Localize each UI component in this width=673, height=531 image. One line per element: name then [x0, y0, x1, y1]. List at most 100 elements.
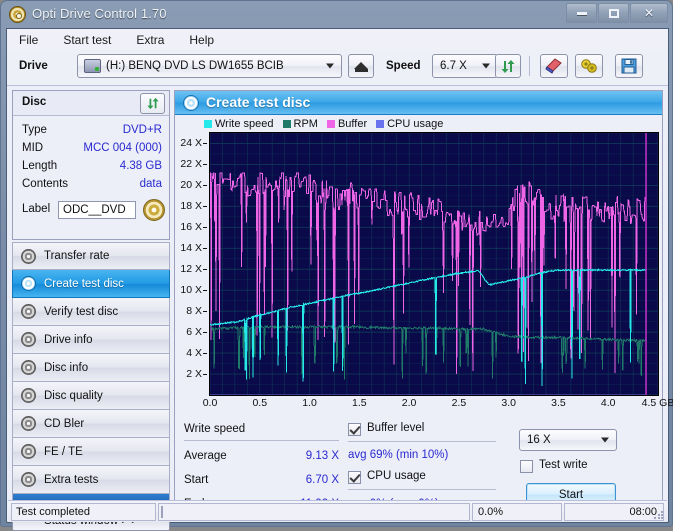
eject-icon	[354, 62, 368, 69]
menu-item-help[interactable]: Help	[186, 32, 217, 48]
divider	[184, 440, 339, 441]
sidebar-item-label: Extra tests	[44, 473, 99, 486]
sidebar-item-verify-test-disc[interactable]: Verify test disc	[12, 298, 170, 326]
chart-y-tick	[203, 185, 207, 187]
eject-button[interactable]	[348, 54, 374, 78]
write-speed-select[interactable]: 16 X	[519, 429, 617, 451]
disc-icon	[21, 472, 36, 487]
application-window: Opti Drive Control 1.70 ✕ File Start tes…	[0, 0, 673, 531]
sidebar-item-cd-bler[interactable]: CD Bler	[12, 410, 170, 438]
chart-y-tick	[203, 227, 207, 229]
disc-refresh-button[interactable]	[140, 93, 165, 114]
chart-x-tick-label: 1.5	[352, 397, 367, 409]
chart-y-tick-label: 12 X	[180, 263, 202, 276]
write-speed-select-value: 16 X	[527, 434, 551, 446]
chevron-down-icon	[601, 437, 609, 443]
legend-swatch	[326, 120, 335, 128]
chart-y-tick-label: 8 X	[186, 305, 202, 318]
progress-bar-fill	[161, 506, 163, 518]
client-area: File Start test Extra Help Drive (H:) BE…	[6, 28, 673, 531]
erase-icon	[545, 58, 562, 74]
test-nav-list: Transfer rate Create test disc Verify te…	[12, 242, 170, 506]
legend-item-cpu-usage: CPU usage	[376, 118, 443, 130]
minimize-button[interactable]	[566, 3, 597, 23]
sidebar-item-disc-quality[interactable]: Disc quality	[12, 382, 170, 410]
chart-legend: Write speed RPM Buffer CPU usage	[204, 117, 449, 131]
disc-value-type: DVD+R	[122, 124, 162, 136]
menu-item-extra[interactable]: Extra	[133, 32, 167, 48]
sidebar-item-disc-info[interactable]: Disc info	[12, 354, 170, 382]
disc-row-mid: MID MCC 004 (000)	[22, 142, 162, 154]
drive-toolbar: Drive (H:) BENQ DVD LS DW1655 BCIB Speed…	[7, 50, 668, 86]
chart-y-tick	[203, 206, 207, 208]
chart-y-tick	[203, 143, 207, 145]
cpu-usage-checkbox[interactable]	[348, 471, 361, 484]
sidebar-item-transfer-rate[interactable]: Transfer rate	[12, 242, 170, 270]
gear-icon	[581, 59, 597, 73]
refresh-button[interactable]	[495, 54, 521, 78]
chart-plot-area	[209, 132, 659, 396]
erase-button[interactable]	[540, 54, 568, 78]
disc-icon	[21, 416, 36, 431]
disc-label-input[interactable]: ODC__DVD	[58, 201, 136, 219]
disc-key-length: Length	[22, 160, 58, 172]
sidebar-item-create-test-disc[interactable]: Create test disc	[12, 270, 170, 298]
sidebar-item-fe-te[interactable]: FE / TE	[12, 438, 170, 466]
chart-x-tick-label: 3.5	[551, 397, 566, 409]
settings-button[interactable]	[575, 54, 603, 78]
buffer-level-label: Buffer level	[367, 422, 425, 434]
chart-y-tick-label: 18 X	[180, 200, 202, 213]
close-button[interactable]: ✕	[630, 3, 668, 23]
speed-select[interactable]: 6.7 X	[432, 54, 498, 78]
save-button[interactable]	[615, 54, 643, 78]
disc-panel-title: Disc	[22, 96, 47, 108]
drive-select[interactable]: (H:) BENQ DVD LS DW1655 BCIB	[77, 54, 342, 78]
buffer-level-note: avg 69% (min 10%)	[348, 449, 449, 461]
disc-row-type: Type DVD+R	[22, 124, 162, 136]
disc-icon	[21, 388, 36, 403]
disc-key-mid: MID	[22, 142, 44, 154]
chart-x-tick-label: 2.0	[401, 397, 417, 409]
menu-item-start-test[interactable]: Start test	[60, 32, 114, 48]
legend-label: Buffer	[337, 118, 368, 130]
disc-icon	[21, 332, 36, 347]
disc-label-icon[interactable]	[143, 199, 165, 221]
sidebar-item-drive-info[interactable]: Drive info	[12, 326, 170, 354]
menu-bar: File Start test Extra Help	[7, 29, 668, 50]
cpu-usage-label: CPU usage	[367, 470, 426, 482]
sidebar-item-extra-tests[interactable]: Extra tests	[12, 466, 170, 494]
divider	[348, 441, 496, 442]
elapsed-time: 08:00	[564, 503, 664, 521]
title-bar: Opti Drive Control 1.70 ✕	[1, 1, 673, 28]
chart-x-tick-label: 0.5	[252, 397, 268, 409]
sidebar-item-label: Transfer rate	[44, 250, 110, 262]
chart-x-tick-label: 4.0	[600, 397, 616, 409]
sidebar-item-label: CD Bler	[44, 417, 85, 430]
buffer-level-checkbox[interactable]	[348, 423, 361, 436]
test-write-checkbox[interactable]	[520, 460, 533, 473]
progress-bar	[158, 503, 470, 521]
chart-x-tick-label: 1.0	[302, 397, 317, 409]
legend-label: Write speed	[215, 118, 274, 130]
chart-y-tick	[203, 290, 207, 292]
chart-y-tick-label: 10 X	[180, 284, 202, 297]
maximize-button[interactable]	[598, 3, 629, 23]
test-write-label: Test write	[539, 459, 588, 471]
chart-y-tick	[203, 248, 207, 250]
drive-label: Drive	[19, 60, 48, 72]
legend-item-rpm: RPM	[282, 118, 318, 130]
disc-value-contents: data	[139, 178, 162, 190]
refresh-icon	[501, 59, 515, 73]
resize-grip-icon[interactable]	[653, 509, 664, 520]
status-message: Test completed	[11, 503, 156, 521]
app-disc-icon	[9, 6, 26, 23]
window-controls: ✕	[566, 3, 668, 23]
stat-key-average: Average	[184, 450, 227, 462]
create-test-disc-panel: Create test disc Write speed RPM Buffer	[174, 90, 673, 510]
menu-item-file[interactable]: File	[16, 32, 41, 48]
legend-swatch	[204, 120, 212, 128]
chart-y-tick	[203, 332, 207, 334]
maximize-icon	[608, 8, 619, 18]
sidebar-item-label: FE / TE	[44, 445, 83, 458]
legend-item-write-speed: Write speed	[204, 118, 274, 130]
